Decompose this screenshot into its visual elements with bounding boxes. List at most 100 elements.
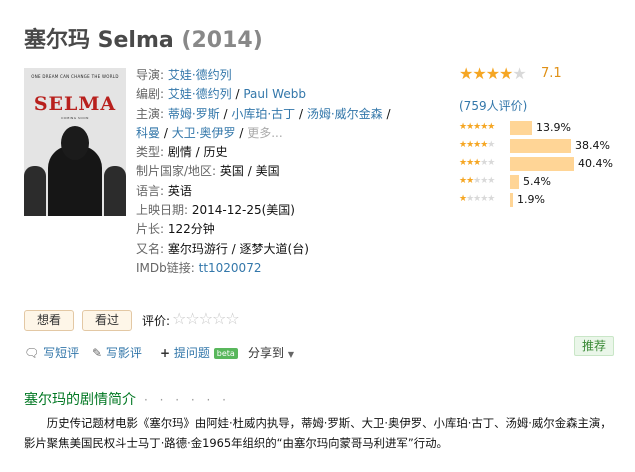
share-dropdown[interactable]: 分享到 ▼ bbox=[248, 344, 294, 361]
rating-count-link[interactable]: (759人评价) bbox=[459, 97, 527, 114]
rating-bar bbox=[510, 175, 519, 189]
writer-label: 编剧: bbox=[136, 87, 168, 102]
language-value: 英语 bbox=[167, 183, 192, 198]
writer-link[interactable]: Paul Webb bbox=[243, 87, 306, 101]
synopsis-heading: 塞尔玛的剧情简介 · · · · · · bbox=[24, 389, 230, 409]
star-icon: ★ bbox=[485, 64, 500, 83]
poster-subtitle: COMING SOON bbox=[61, 116, 89, 120]
rating-row-1: ★★★★★ 1.9% bbox=[459, 193, 629, 208]
genre-label: 类型: bbox=[136, 145, 168, 160]
stars-5-icon: ★★★★★ bbox=[459, 122, 495, 132]
aka-row: 又名: 塞尔玛游行 / 逐梦大道(台) bbox=[136, 240, 446, 259]
movie-name: 塞尔玛 Selma bbox=[24, 28, 174, 53]
country-value: 英国 / 美国 bbox=[219, 164, 280, 179]
cast-link[interactable]: 大卫·奥伊罗 bbox=[172, 126, 236, 140]
share-label: 分享到 bbox=[248, 346, 285, 360]
star-icon: ★ bbox=[459, 64, 473, 83]
synopsis-text: 历史传记题材电影《塞尔玛》由阿娃·杜威内执导，蒂姆·罗斯、大卫·奥伊罗、小库珀·… bbox=[24, 413, 619, 453]
user-rating-stars[interactable]: ☆☆☆☆☆ bbox=[172, 309, 240, 328]
poster-title: SELMA bbox=[33, 93, 117, 115]
stars-1-icon: ★★★★★ bbox=[459, 194, 495, 204]
imdb-link[interactable]: tt1020072 bbox=[199, 261, 262, 275]
poster-tagline: ONE DREAM CAN CHANGE THE WORLD bbox=[31, 74, 119, 79]
rating-row-4: ★★★★★ 38.4% bbox=[459, 139, 629, 154]
pencil-icon: ✎ bbox=[92, 346, 103, 360]
star-icon[interactable]: ☆ bbox=[212, 309, 226, 328]
cast-row-2: 科曼 / 大卫·奥伊罗 / 更多... bbox=[136, 125, 283, 140]
rating-score: 7.1 bbox=[541, 66, 562, 81]
cast-link[interactable]: 蒂姆·罗斯 bbox=[168, 107, 220, 121]
rating-bar bbox=[510, 157, 574, 171]
write-review-link[interactable]: ✎ 写影评 bbox=[92, 344, 142, 361]
poster-figure-right bbox=[104, 166, 126, 216]
watched-button[interactable]: 看过 bbox=[82, 310, 132, 331]
poster-figure-head bbox=[61, 126, 89, 160]
release-row: 上映日期: 2014-12-25(美国) bbox=[136, 201, 446, 220]
cast-link[interactable]: 小库珀·古丁 bbox=[231, 107, 295, 121]
cast-label: 主演: bbox=[136, 106, 168, 121]
ask-question-link[interactable]: + 提问题 beta bbox=[160, 344, 238, 361]
write-short-review-link[interactable]: 🗨 写短评 bbox=[24, 344, 79, 361]
cast-link[interactable]: 科曼 bbox=[136, 126, 160, 140]
country-label: 制片国家/地区: bbox=[136, 164, 220, 179]
star-icon[interactable]: ☆ bbox=[185, 309, 199, 328]
imdb-label: IMDb链接: bbox=[136, 260, 199, 275]
star-icon[interactable]: ☆ bbox=[199, 309, 213, 328]
runtime-row: 片长: 122分钟 bbox=[136, 220, 446, 239]
genre-value: 剧情 / 历史 bbox=[167, 145, 228, 160]
stars-3-icon: ★★★★★ bbox=[459, 158, 495, 168]
synopsis-dots: · · · · · · bbox=[144, 393, 230, 407]
synopsis-title: 塞尔玛的剧情简介 bbox=[24, 392, 136, 408]
movie-poster[interactable]: ONE DREAM CAN CHANGE THE WORLD SELMA COM… bbox=[24, 68, 126, 216]
plus-icon: + bbox=[160, 346, 171, 360]
half-star-icon: ★ bbox=[499, 64, 513, 83]
rating-bar bbox=[510, 121, 532, 135]
rating-bar bbox=[510, 139, 571, 153]
aka-label: 又名: bbox=[136, 241, 168, 256]
recommend-button[interactable]: 推荐 bbox=[574, 336, 614, 356]
short-review-label: 写短评 bbox=[43, 346, 80, 360]
question-label: 提问题 bbox=[173, 346, 210, 360]
cast-more-link[interactable]: 更多... bbox=[247, 126, 282, 140]
writer-row: 编剧: 艾娃·德约列 / Paul Webb bbox=[136, 87, 306, 102]
rating-row-5: ★★★★★ 13.9% bbox=[459, 121, 629, 136]
stars-4-icon: ★★★★★ bbox=[459, 140, 495, 150]
synopsis-paragraph: 历史传记题材电影《塞尔玛》由阿娃·杜威内执导，蒂姆·罗斯、大卫·奥伊罗、小库珀·… bbox=[24, 416, 612, 450]
release-value: 2014-12-25(美国) bbox=[191, 203, 295, 218]
beta-badge: beta bbox=[213, 348, 238, 359]
movie-title: 塞尔玛 Selma (2014) bbox=[24, 22, 263, 54]
rating-row-2: ★★★★★ 5.4% bbox=[459, 175, 629, 190]
director-row: 导演: 艾娃·德约列 bbox=[136, 66, 446, 85]
review-label: 写影评 bbox=[105, 346, 142, 360]
runtime-value: 122分钟 bbox=[167, 222, 215, 237]
rate-label: 评价: bbox=[142, 314, 171, 328]
rating-percent: 40.4% bbox=[578, 157, 613, 170]
stars-2-icon: ★★★★★ bbox=[459, 176, 495, 186]
rating-percent: 5.4% bbox=[523, 175, 551, 188]
want-to-watch-button[interactable]: 想看 bbox=[24, 310, 74, 331]
dropdown-icon: ▼ bbox=[287, 350, 294, 359]
director-link[interactable]: 艾娃·德约列 bbox=[168, 68, 232, 82]
movie-year: (2014) bbox=[181, 28, 263, 53]
rating-percent: 1.9% bbox=[517, 193, 545, 206]
rating-row-3: ★★★★★ 40.4% bbox=[459, 157, 629, 172]
poster-figure-left bbox=[24, 166, 46, 216]
movie-info: 导演: 艾娃·德约列 编剧: 艾娃·德约列 / Paul Webb 主演: 蒂姆… bbox=[136, 66, 446, 278]
cast-row: 主演: 蒂姆·罗斯 / 小库珀·古丁 / 汤姆·威尔金森 / bbox=[136, 106, 391, 121]
cast-link[interactable]: 汤姆·威尔金森 bbox=[307, 107, 383, 121]
aka-value: 塞尔玛游行 / 逐梦大道(台) bbox=[167, 241, 309, 256]
release-label: 上映日期: bbox=[136, 203, 192, 218]
genre-row: 类型: 剧情 / 历史 bbox=[136, 143, 446, 162]
rating-bar bbox=[510, 193, 513, 207]
country-row: 制片国家/地区: 英国 / 美国 bbox=[136, 162, 446, 181]
writer-link[interactable]: 艾娃·德约列 bbox=[168, 87, 232, 101]
rating-percent: 13.9% bbox=[536, 121, 571, 134]
runtime-label: 片长: bbox=[136, 222, 168, 237]
rating-stars: ★★★★★ bbox=[459, 64, 527, 83]
rating-percent: 38.4% bbox=[575, 139, 610, 152]
star-empty-icon: ★ bbox=[512, 64, 526, 83]
star-icon[interactable]: ☆ bbox=[172, 309, 186, 328]
star-icon[interactable]: ☆ bbox=[225, 309, 239, 328]
language-label: 语言: bbox=[136, 183, 168, 198]
language-row: 语言: 英语 bbox=[136, 182, 446, 201]
